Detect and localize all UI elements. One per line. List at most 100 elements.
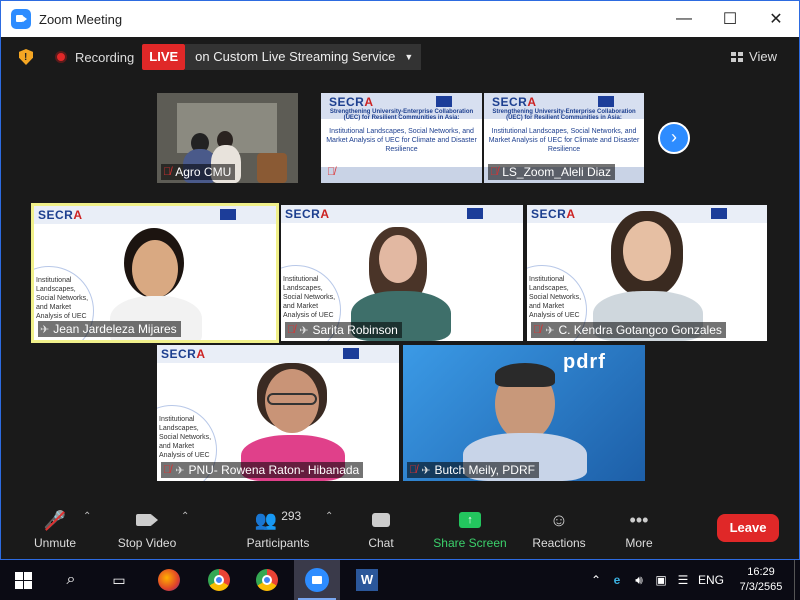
participant-name-badge: 🎙̸ [325,164,339,180]
close-button[interactable]: ✕ [753,1,799,37]
reactions-button[interactable]: ☺ Reactions [529,499,589,559]
participant-name: C. Kendra Gotangco Gonzales [558,323,722,337]
chrome-icon[interactable] [196,560,242,600]
mic-muted-icon: 🎙̸ [163,464,172,476]
recording-label[interactable]: Recording [75,50,134,65]
windows-taskbar: ⌕ ▭ W ⌃ e 🔊︎ ▣ ☰ ENG 16:29 7/3/2565 [0,560,800,600]
stop-video-button[interactable]: Stop Video [115,499,179,559]
video-tile-kendra-gonzales[interactable]: SECRA Institutional Landscapes, Social N… [527,205,767,341]
secra-logo: SECRA [329,95,374,109]
participant-name: Sarita Robinson [312,323,398,337]
clock-time: 16:29 [747,566,775,578]
video-tile-rowena-hibanada[interactable]: SECRA Institutional Landscapes, Social N… [157,345,399,481]
slide-title: Strengthening University-Enterprise Coll… [492,109,636,121]
slide-title: Strengthening University-Enterprise Coll… [329,109,474,121]
live-stream-dropdown[interactable]: on Custom Live Streaming Service ▼ [185,44,422,70]
taskbar-clock[interactable]: 16:29 7/3/2565 [728,565,794,595]
next-page-arrow-icon[interactable]: › [658,122,690,154]
chrome-icon-2[interactable] [244,560,290,600]
tray-chevron-up-icon[interactable]: ⌃ [586,573,606,587]
start-button[interactable] [0,560,46,600]
title-bar: Zoom Meeting — ☐ ✕ [1,1,799,37]
recording-dot-icon [55,51,67,63]
more-dots-icon: ••• [629,509,649,530]
mic-muted-icon: 🎙̸ [327,166,336,178]
word-icon[interactable]: W [344,560,390,600]
participant-name-badge: ✈ Jean Jardeleza Mijares [38,321,181,337]
video-tile-aleli-diaz[interactable]: SECRA Strengthening University-Enterpris… [484,93,644,183]
participant-name: Butch Meily, PDRF [434,463,535,477]
gallery-view-icon [731,51,744,62]
slide-subtitle: Institutional Landscapes, Social Network… [488,128,640,153]
video-tile-agro-cmu[interactable]: 🎙̸ Agro CMU [157,93,298,183]
pin-icon: ✈ [545,324,555,337]
minimize-button[interactable]: — [661,1,707,37]
share-screen-button[interactable]: ↑ Share Screen [433,499,507,559]
participant-name: Jean Jardeleza Mijares [53,322,177,336]
video-options-chevron-icon[interactable]: ⌃ [181,511,189,522]
more-button[interactable]: ••• More [621,499,657,559]
search-icon[interactable]: ⌕ [48,560,94,600]
pin-icon: ✈ [40,323,50,336]
participants-icon: 👥 293 [254,509,302,530]
security-shield-icon[interactable]: ! [19,49,33,65]
network-icon[interactable]: ▣ [650,573,672,587]
window-title: Zoom Meeting [39,11,123,27]
smiley-icon: ☺ [549,509,569,530]
secra-logo: SECRA [161,347,206,361]
participant-name-badge: 🎙̸ LS_Zoom_Aleli Diaz [488,164,615,180]
video-tile-sarita-robinson[interactable]: SECRA Institutional Landscapes, Social N… [281,205,523,341]
mic-muted-icon: 🎙̸ [490,166,499,178]
windows-logo-icon [14,571,32,589]
pin-icon: ✈ [421,464,431,477]
stream-service-label: on Custom Live Streaming Service [195,49,396,64]
participant-name-badge: 🎙̸ ✈ Sarita Robinson [285,322,402,338]
participant-name: LS_Zoom_Aleli Diaz [502,165,611,179]
secra-logo: SECRA [492,95,537,109]
participants-button[interactable]: 👥 293 Participants [241,499,315,559]
mic-muted-icon: 🎤 [44,508,66,532]
chat-bubble-icon [372,508,390,532]
leave-button[interactable]: Leave [717,514,779,542]
notification-message-icon[interactable]: ☰ [672,573,694,587]
maximize-button[interactable]: ☐ [707,1,753,37]
pin-icon: ✈ [299,324,309,337]
share-screen-icon: ↑ [459,508,481,532]
participant-name-badge: 🎙̸ Agro CMU [161,164,236,180]
reactions-label: Reactions [532,536,586,550]
show-desktop-button[interactable] [794,560,800,600]
view-label: View [749,49,777,64]
mic-muted-icon: 🎙̸ [163,166,172,178]
video-tile-shared-slide[interactable]: SECRA Strengthening University-Enterpris… [321,93,482,183]
share-screen-label: Share Screen [433,536,507,550]
participants-options-chevron-icon[interactable]: ⌃ [325,511,333,522]
language-indicator[interactable]: ENG [694,573,728,587]
video-tile-jean-mijares[interactable]: SECRA Institutional Landscapes, Social N… [31,203,279,343]
task-view-icon[interactable]: ▭ [96,560,142,600]
secra-logo: SECRA [285,207,330,221]
unmute-label: Unmute [33,536,77,550]
stop-video-label: Stop Video [117,536,177,550]
participants-count: 293 [281,509,302,523]
firefox-icon[interactable] [146,560,192,600]
meeting-controls-toolbar: 🎤 Unmute ⌃ Stop Video ⌃ 👥293 Participant… [1,499,799,559]
zoom-taskbar-icon[interactable] [294,560,340,600]
slide-subtitle: Institutional Landscapes, Social Network… [326,128,477,153]
unmute-button[interactable]: 🎤 Unmute [29,499,81,559]
audio-options-chevron-icon[interactable]: ⌃ [83,511,91,522]
volume-icon[interactable]: 🔊︎ [628,573,650,588]
participant-name-badge: 🎙̸ ✈ Butch Meily, PDRF [407,462,539,478]
ie-icon[interactable]: e [606,573,628,587]
video-tile-butch-meily[interactable]: pdrf 🎙̸ ✈ Butch Meily, PDRF [403,345,645,481]
pdrf-logo: pdrf [563,351,606,373]
video-camera-icon [136,508,158,532]
more-label: More [625,536,653,550]
chevron-down-icon: ▼ [404,52,414,62]
chat-button[interactable]: Chat [363,499,399,559]
view-button[interactable]: View [731,49,777,64]
zoom-logo-icon [11,9,31,29]
participant-name-badge: 🎙̸ ✈ PNU- Rowena Raton- Hibanada [161,462,364,478]
secra-logo: SECRA [38,208,83,222]
live-badge: LIVE [142,44,186,70]
mic-muted-icon: 🎙̸ [287,324,296,336]
